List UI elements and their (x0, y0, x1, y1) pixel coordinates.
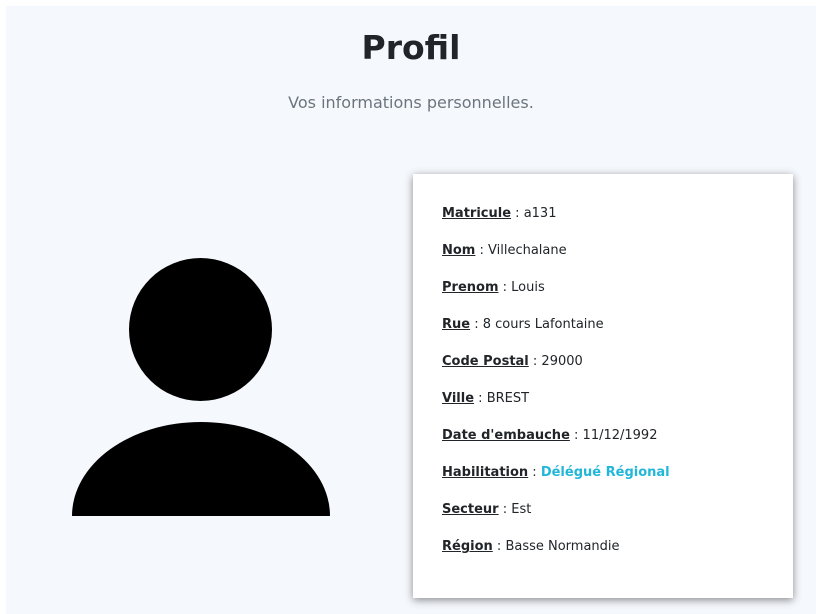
avatar-head (129, 258, 272, 401)
field-label: Ville (442, 391, 475, 406)
profile-field-secteur: Secteur : Est (442, 500, 670, 537)
field-label: Date d'embauche (442, 428, 570, 443)
field-separator: : (498, 502, 512, 517)
profile-page: Profil Vos informations personnelles. Ma… (6, 6, 816, 614)
field-separator: : (492, 539, 506, 554)
field-value: BREST (486, 391, 530, 406)
profile-field-date-embauche: Date d'embauche : 11/12/1992 (442, 426, 670, 463)
field-separator: : (528, 465, 541, 480)
field-label: Prenom (442, 280, 499, 295)
field-value: 8 cours Lafontaine (482, 317, 604, 332)
profile-info-card: Matricule : a131 Nom : Villechalane Prenom… (413, 174, 793, 598)
field-separator: : (511, 206, 524, 221)
field-value: Est (511, 502, 532, 517)
field-value: Louis (511, 280, 545, 295)
field-label: Rue (442, 317, 471, 332)
field-separator: : (474, 391, 487, 406)
field-value: 11/12/1992 (582, 428, 658, 443)
field-label: Matricule (442, 206, 512, 221)
profile-field-region: Région : Basse Normandie (442, 537, 670, 574)
avatar-shoulders (72, 422, 330, 516)
field-separator: : (528, 354, 542, 369)
field-value: Villechalane (488, 243, 567, 258)
field-value: a131 (523, 206, 557, 221)
field-value: Basse Normandie (505, 539, 620, 554)
profile-field-ville: Ville : BREST (442, 389, 670, 426)
profile-field-rue: Rue : 8 cours Lafontaine (442, 315, 670, 352)
field-label: Secteur (442, 502, 499, 517)
field-value: 29000 (541, 354, 583, 369)
profile-field-code-postal: Code Postal : 29000 (442, 352, 670, 389)
field-label: Code Postal (442, 354, 529, 369)
field-value: Délégué Régional (540, 465, 670, 480)
field-separator: : (498, 280, 512, 295)
field-label: Nom (442, 243, 476, 258)
field-label: Habilitation (442, 465, 529, 480)
page-title: Profil (361, 28, 461, 67)
field-separator: : (475, 243, 489, 258)
profile-field-matricule: Matricule : a131 (442, 204, 670, 241)
profile-info-list: Matricule : a131 Nom : Villechalane Prenom… (442, 204, 670, 574)
user-silhouette-icon (72, 258, 330, 516)
profile-field-prenom: Prenom : Louis (442, 278, 670, 315)
field-separator: : (470, 317, 483, 332)
profile-field-nom: Nom : Villechalane (442, 241, 670, 278)
field-separator: : (569, 428, 583, 443)
field-label: Région (442, 539, 493, 554)
profile-field-habilitation: Habilitation : Délégué Régional (442, 463, 670, 500)
page-subtitle: Vos informations personnelles. (288, 93, 534, 112)
